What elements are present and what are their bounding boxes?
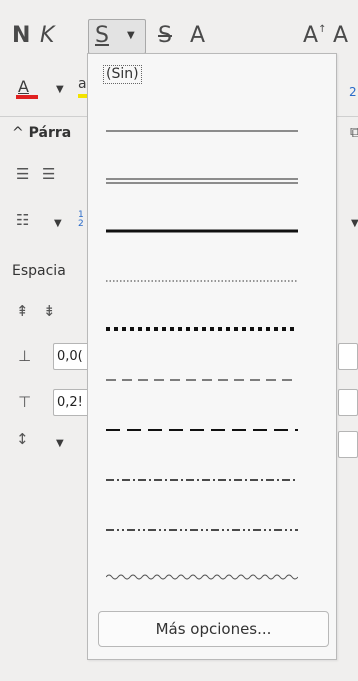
decrease-spacing-icon[interactable]: ⇟: [43, 304, 56, 319]
underline-dash-option[interactable]: [106, 373, 298, 387]
font-color-dropdown-icon[interactable]: ▼: [56, 84, 64, 95]
underline-dash-dot-dot-option[interactable]: [106, 523, 298, 537]
more-options-icon[interactable]: ⧉: [350, 125, 358, 140]
underline-button[interactable]: S ▼: [88, 19, 146, 54]
right-field-edge-3[interactable]: [338, 431, 358, 458]
spacing-label: Espacia: [12, 263, 66, 279]
increase-spacing-icon[interactable]: ⇞: [16, 304, 29, 319]
underline-double-option[interactable]: [106, 174, 298, 188]
shadow-button[interactable]: A: [190, 25, 205, 47]
line-spacing-icon[interactable]: ↕: [16, 432, 29, 447]
arrow-up-icon: ↑: [318, 24, 327, 35]
shrink-font-label: A: [333, 23, 349, 48]
underline-none-option[interactable]: (Sin): [103, 65, 142, 84]
underline-bold-dotted-option[interactable]: [106, 322, 298, 336]
numbered-list-icon[interactable]: 12: [78, 211, 84, 229]
bullet-list-dropdown-icon[interactable]: ▼: [54, 218, 62, 229]
font-color-button[interactable]: A: [16, 77, 40, 99]
underline-label: S: [95, 23, 109, 48]
highlight-label: a: [78, 76, 87, 92]
collapse-chevron-icon: ^: [12, 125, 24, 141]
right-partial-digit: 2: [349, 85, 357, 99]
above-spacing-value: 0,0(: [57, 349, 83, 364]
more-options-button[interactable]: Más opciones...: [98, 611, 329, 647]
underline-dash-dot-option[interactable]: [106, 473, 298, 487]
underline-style-menu: (Sin) Más opciones...: [87, 53, 337, 660]
align-center-icon[interactable]: ☰: [42, 167, 55, 182]
font-color-swatch: [16, 95, 38, 99]
underline-wave-option[interactable]: [106, 570, 298, 584]
italic-button[interactable]: K: [40, 25, 54, 47]
paragraph-section-header[interactable]: ^ Párra: [12, 125, 71, 141]
underline-dotted-option[interactable]: [106, 274, 298, 288]
paragraph-section-title: Párra: [28, 125, 72, 141]
chevron-down-icon[interactable]: ▼: [127, 30, 135, 41]
underline-single-option[interactable]: [106, 124, 298, 138]
line-spacing-dropdown-icon[interactable]: ▼: [56, 438, 64, 449]
font-color-label: A: [18, 77, 29, 96]
strikethrough-button[interactable]: S: [158, 25, 172, 47]
right-field-edge-2[interactable]: [338, 389, 358, 416]
below-spacing-icon: ⊤: [18, 393, 32, 411]
align-left-icon[interactable]: ☰: [16, 167, 29, 182]
underline-bold-option[interactable]: [106, 224, 298, 238]
grow-font-button[interactable]: A↑: [303, 25, 326, 47]
shrink-font-button[interactable]: A: [333, 25, 348, 47]
above-spacing-icon: ⊥: [18, 347, 32, 365]
right-field-edge-1[interactable]: [338, 343, 358, 370]
bold-button[interactable]: N: [12, 25, 30, 47]
bullet-list-icon[interactable]: ☷: [16, 213, 29, 228]
underline-long-dash-option[interactable]: [106, 423, 298, 437]
right-dropdown-icon[interactable]: ▼: [351, 218, 358, 229]
below-spacing-value: 0,2!: [57, 395, 83, 410]
grow-font-label: A: [303, 23, 319, 48]
